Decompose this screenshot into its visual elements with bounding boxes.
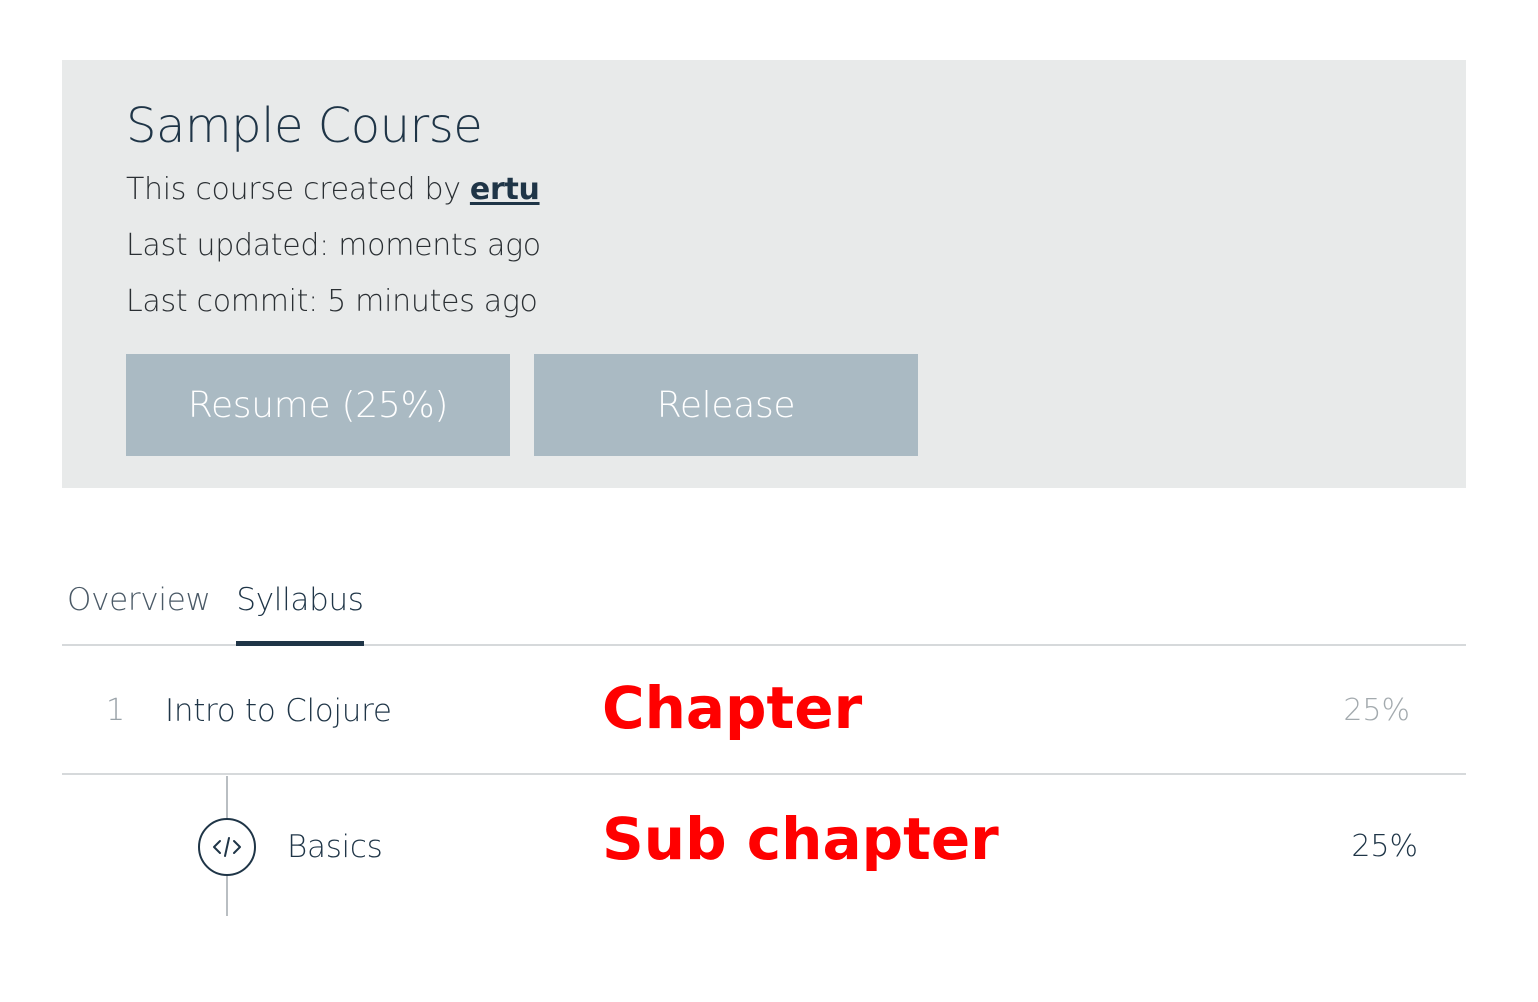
- code-icon: [198, 818, 256, 876]
- last-commit-text: Last commit: 5 minutes ago: [126, 284, 538, 319]
- sub-chapter-progress: 25%: [1351, 829, 1418, 864]
- code-icon-glyph: [213, 837, 241, 857]
- chapter-progress: 25%: [1343, 693, 1410, 728]
- tab-syllabus-label: Syllabus: [236, 582, 364, 618]
- author-link[interactable]: ertu: [470, 172, 540, 207]
- created-by-label: This course created by: [126, 172, 470, 207]
- course-tabs: Overview Syllabus: [62, 560, 1466, 646]
- resume-button[interactable]: Resume (25%): [126, 354, 510, 456]
- tab-overview-label: Overview: [67, 582, 211, 618]
- chapter-number: 1: [106, 693, 126, 728]
- course-header: Sample Course This course created by ert…: [62, 60, 1466, 488]
- course-creator-line: This course created by ertu: [126, 170, 540, 210]
- chapter-title: Intro to Clojure: [165, 693, 392, 729]
- active-tab-indicator: [236, 641, 364, 646]
- sub-chapter-annotation: Sub chapter: [602, 805, 999, 873]
- tab-syllabus[interactable]: Syllabus: [236, 560, 364, 646]
- release-button[interactable]: Release: [534, 354, 918, 456]
- chapter-row[interactable]: 1 Intro to Clojure Chapter 25%: [62, 647, 1466, 775]
- chapter-annotation: Chapter: [602, 674, 863, 742]
- course-title: Sample Course: [126, 98, 483, 154]
- tab-overview[interactable]: Overview: [67, 560, 211, 646]
- course-page: Sample Course This course created by ert…: [0, 0, 1538, 1002]
- sub-chapter-row[interactable]: Basics Sub chapter 25%: [62, 776, 1466, 916]
- last-updated-text: Last updated: moments ago: [126, 228, 541, 263]
- sub-chapter-title: Basics: [287, 829, 383, 865]
